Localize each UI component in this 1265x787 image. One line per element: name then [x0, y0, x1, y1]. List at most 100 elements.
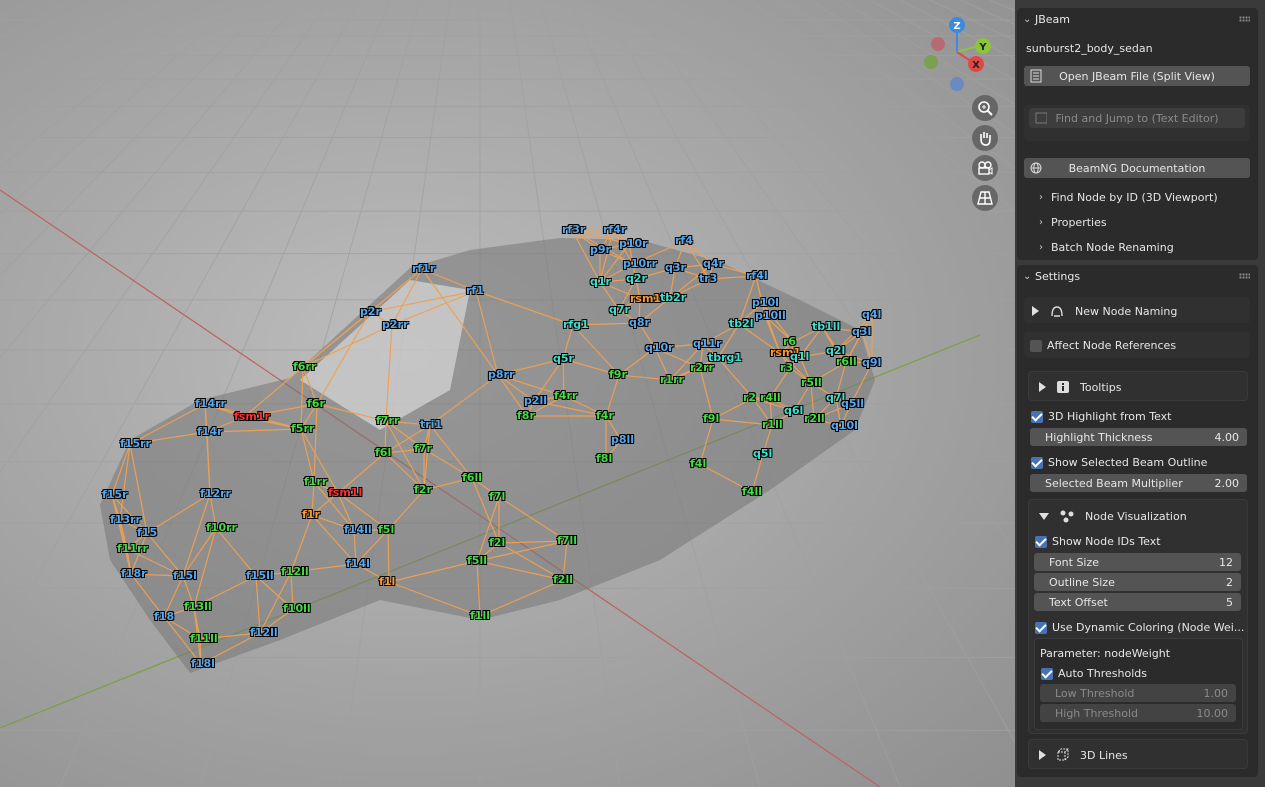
node-id-label: f18r — [121, 567, 147, 580]
text-offset-field[interactable]: Text Offset 5 — [1034, 593, 1241, 611]
hand-pan-icon[interactable] — [972, 125, 998, 151]
node-id-label: q11r — [693, 337, 722, 350]
selected-beam-multiplier-field[interactable]: Selected Beam Multiplier 2.00 — [1030, 474, 1247, 492]
svg-text:Z: Z — [953, 21, 960, 32]
low-threshold-field[interactable]: Low Threshold 1.00 — [1040, 684, 1236, 702]
search-icon — [1035, 112, 1047, 124]
node-id-label: f6rr — [293, 360, 317, 373]
new-node-naming-box[interactable]: New Node Naming — [1024, 297, 1250, 323]
chevron-right-icon: › — [1039, 192, 1043, 203]
node-id-label: q4r — [703, 257, 724, 270]
batch-node-renaming-row[interactable]: › Batch Node Renaming — [1039, 241, 1174, 254]
font-size-field[interactable]: Font Size 12 — [1034, 553, 1241, 571]
perspective-grid-icon[interactable] — [972, 185, 998, 211]
dynamic-coloring-checkbox[interactable]: Use Dynamic Coloring (Node Wei... — [1035, 621, 1244, 634]
properties-row[interactable]: › Properties — [1039, 216, 1107, 229]
chevron-down-icon: ⌄ — [1023, 13, 1032, 25]
node-visualization-header[interactable]: Node Visualization — [1039, 509, 1187, 523]
node-id-label: f12ll — [250, 626, 278, 639]
beamng-documentation-label: BeamNG Documentation — [1068, 161, 1206, 175]
node-id-label: q3l — [852, 325, 872, 338]
checkbox-checked-icon — [1041, 667, 1053, 680]
outline-size-value: 2 — [1226, 576, 1233, 589]
drag-grip-icon[interactable] — [1239, 16, 1250, 22]
node-id-label: r1rr — [660, 373, 684, 386]
node-id-label: fsm1l — [328, 486, 363, 499]
document-icon — [1030, 69, 1042, 83]
outline-size-field[interactable]: Outline Size 2 — [1034, 573, 1241, 591]
3d-viewport[interactable]: rf3r rf4r p9r p10r rf4 rf1r p10rr q4r q3r q1r q2r t… — [0, 0, 1015, 787]
node-id-label: f5l — [378, 523, 395, 536]
node-id-label: r4ll — [760, 391, 781, 404]
node-id-label: f15ll — [246, 569, 274, 582]
node-id-label: f14rr — [195, 397, 226, 410]
chevron-right-icon: › — [1039, 242, 1043, 253]
node-id-label: f4r — [596, 409, 614, 422]
3d-lines-label: 3D Lines — [1080, 748, 1128, 762]
3d-lines-box[interactable]: 3D Lines — [1028, 739, 1248, 769]
node-id-label: f4ll — [742, 485, 762, 498]
node-id-label: q5r — [553, 352, 574, 365]
font-size-label: Font Size — [1049, 556, 1100, 569]
sidebar: ⌄ JBeam sunburst2_body_sedan Open JBeam … — [1015, 0, 1265, 787]
affect-node-refs-box: Affect Node References — [1024, 332, 1250, 358]
settings-panel: ⌄ Settings New Node Naming Affect Node R… — [1017, 265, 1258, 777]
node-id-label: f7rr — [376, 414, 400, 427]
find-node-by-id-row[interactable]: › Find Node by ID (3D Viewport) — [1039, 191, 1218, 204]
show-selected-outline-label: Show Selected Beam Outline — [1048, 456, 1208, 469]
drag-grip-icon[interactable] — [1239, 273, 1250, 279]
nodes-icon — [1060, 510, 1074, 523]
high-threshold-field[interactable]: High Threshold 10.00 — [1040, 704, 1236, 722]
low-threshold-label: Low Threshold — [1055, 687, 1135, 700]
chevron-right-icon: › — [1039, 217, 1043, 228]
open-jbeam-file-label: Open JBeam File (Split View) — [1059, 69, 1215, 83]
affect-node-references-checkbox[interactable]: Affect Node References — [1030, 339, 1176, 352]
highlight-thickness-value: 4.00 — [1214, 431, 1240, 444]
affect-node-references-label: Affect Node References — [1047, 339, 1177, 352]
tooltips-box[interactable]: Tooltips — [1028, 371, 1248, 401]
show-selected-outline-checkbox[interactable]: Show Selected Beam Outline — [1031, 456, 1207, 469]
tooltips-label: Tooltips — [1080, 380, 1122, 394]
find-node-label: Find Node by ID (3D Viewport) — [1051, 191, 1218, 204]
parameter-text: Parameter: nodeWeight — [1040, 647, 1171, 660]
node-visualization-label: Node Visualization — [1085, 509, 1187, 523]
node-id-label: f2ll — [553, 573, 573, 586]
info-icon — [1057, 381, 1069, 393]
highlight-from-text-checkbox[interactable]: 3D Highlight from Text — [1031, 410, 1171, 423]
auto-thresholds-checkbox[interactable]: Auto Thresholds — [1041, 667, 1147, 680]
jbeam-panel-header[interactable]: ⌄ JBeam — [1017, 8, 1258, 30]
zoom-icon[interactable] — [972, 95, 998, 121]
node-id-label: f5ll — [467, 554, 487, 567]
settings-panel-header[interactable]: ⌄ Settings — [1017, 265, 1258, 287]
node-id-label: f1rr — [304, 475, 328, 488]
highlight-thickness-field[interactable]: Highlight Thickness 4.00 — [1030, 428, 1247, 446]
node-id-label: f6r — [307, 397, 325, 410]
node-id-label: p9r — [590, 243, 611, 256]
node-id-label: r1ll — [762, 418, 783, 431]
node-id-label: f1l — [379, 575, 396, 588]
node-id-label: f2l — [489, 536, 506, 549]
node-id-label: f8l — [596, 452, 613, 465]
highlight-thickness-label: Highlight Thickness — [1045, 431, 1153, 444]
checkbox-icon — [1030, 339, 1042, 352]
node-id-label: q7r — [609, 303, 630, 316]
node-id-label: tb2r — [660, 291, 687, 304]
triangle-right-icon — [1032, 306, 1039, 316]
node-id-label: q2r — [626, 272, 647, 285]
navigation-gizmo[interactable]: Z Y X — [918, 14, 998, 94]
dynamic-coloring-label: Use Dynamic Coloring (Node Wei... — [1052, 621, 1245, 634]
jbeam-file-name: sunburst2_body_sedan — [1026, 42, 1153, 55]
find-jump-field[interactable]: Find and Jump to (Text Editor) — [1029, 108, 1245, 128]
node-id-label: fsm1r — [234, 410, 270, 423]
node-id-label: tri1 — [420, 418, 443, 431]
jbeam-panel: ⌄ JBeam sunburst2_body_sedan Open JBeam … — [1017, 8, 1258, 260]
node-id-label: r2rr — [690, 361, 714, 374]
highlight-from-text-label: 3D Highlight from Text — [1048, 410, 1172, 423]
camera-icon[interactable] — [972, 155, 998, 181]
beamng-documentation-button[interactable]: BeamNG Documentation — [1024, 158, 1250, 178]
node-id-label: tb2l — [729, 317, 754, 330]
chevron-down-icon: ⌄ — [1023, 270, 1032, 282]
node-visualization-box: Node Visualization Show Node IDs Text Fo… — [1028, 499, 1248, 734]
open-jbeam-file-button[interactable]: Open JBeam File (Split View) — [1024, 66, 1250, 86]
show-node-ids-checkbox[interactable]: Show Node IDs Text — [1035, 535, 1161, 548]
